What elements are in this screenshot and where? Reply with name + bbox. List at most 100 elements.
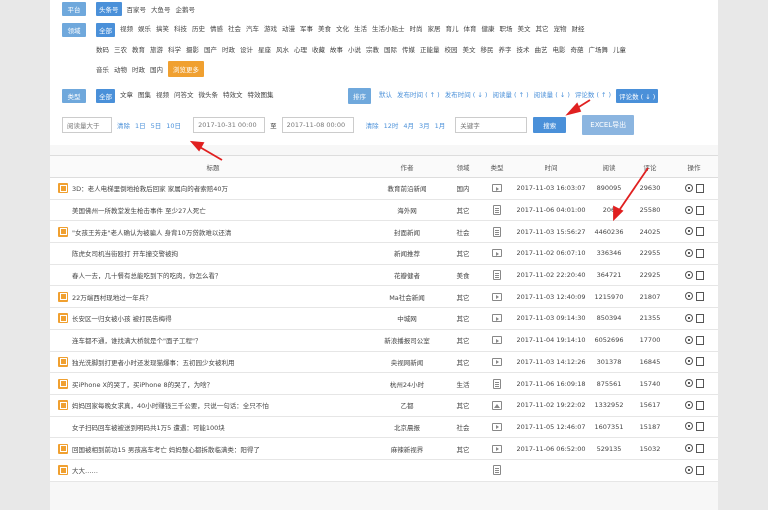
row-author[interactable]: 中城网 xyxy=(368,313,446,323)
row-title-link[interactable]: 妈妈回家每晚女求真，40小时赚钱三千公要，只说一句话：全只不怕 xyxy=(72,400,269,410)
sort-option[interactable]: 评论数 ( ↑ ) xyxy=(575,89,611,103)
header-title[interactable]: 标题 xyxy=(58,162,368,172)
domain-option[interactable]: 育儿 xyxy=(446,23,459,37)
copy-icon[interactable] xyxy=(695,400,704,410)
row-title-link[interactable]: 长安区一归女被小孩 被打民告梅得 xyxy=(72,313,172,323)
type-option[interactable]: 文章 xyxy=(120,89,133,103)
copy-icon[interactable] xyxy=(695,379,704,389)
domain-option[interactable]: 动物 xyxy=(114,64,127,74)
hour-option[interactable]: 4月 xyxy=(403,120,414,130)
domain-option[interactable]: 文化 xyxy=(336,23,349,37)
domain-option[interactable]: 三农 xyxy=(114,44,127,54)
row-title-link[interactable]: 陈虎女司机当街殴打 开车撞交警被拘 xyxy=(72,248,178,258)
domain-option[interactable]: 设计 xyxy=(240,44,253,54)
domain-option[interactable]: 搞笑 xyxy=(156,23,169,37)
copy-icon[interactable] xyxy=(695,205,704,215)
copy-icon[interactable] xyxy=(695,227,704,237)
view-icon[interactable] xyxy=(684,248,693,257)
row-title-link[interactable]: 大大…… xyxy=(72,465,98,475)
sort-option[interactable]: 默认 xyxy=(379,89,392,103)
day-option[interactable]: 1日 xyxy=(135,120,146,130)
domain-option[interactable]: 国产 xyxy=(204,44,217,54)
platform-option[interactable]: 头条号 xyxy=(96,2,122,16)
view-icon[interactable] xyxy=(684,183,693,192)
domain-option[interactable]: 曲艺 xyxy=(535,44,548,54)
domain-option[interactable]: 国内 xyxy=(150,64,163,74)
view-icon[interactable] xyxy=(684,400,693,409)
type-option[interactable]: 特效文 xyxy=(223,89,243,103)
row-author[interactable]: 央视网新闻 xyxy=(368,357,446,367)
domain-option[interactable]: 宠物 xyxy=(554,23,567,37)
domain-option[interactable]: 生活小贴士 xyxy=(372,23,405,37)
domain-option[interactable]: 游戏 xyxy=(264,23,277,37)
copy-icon[interactable] xyxy=(695,465,704,475)
sort-option[interactable]: 评论数 ( ↓ ) xyxy=(616,89,659,103)
more-domains-button[interactable]: 浏览更多 xyxy=(168,61,204,77)
row-title-link[interactable]: 美国佛州一所教堂发生枪击事件 至少27人死亡 xyxy=(72,205,206,215)
domain-option[interactable]: 正能量 xyxy=(420,44,440,54)
domain-option[interactable]: 职场 xyxy=(500,23,513,37)
sort-option[interactable]: 发布时间 ( ↑ ) xyxy=(397,89,440,103)
view-icon[interactable] xyxy=(684,357,693,366)
date-from-input[interactable]: 2017-10-31 00:00 xyxy=(193,117,266,133)
row-title-link[interactable]: 3D：老人电梯里倒地抢救后回家 家属向的者索赔40万 xyxy=(72,183,228,193)
day-option[interactable]: 10日 xyxy=(166,120,181,130)
view-icon[interactable] xyxy=(684,205,693,214)
row-author[interactable]: 麻辣新视界 xyxy=(368,444,446,454)
view-icon[interactable] xyxy=(684,379,693,388)
row-author[interactable]: 新浪播报司公室 xyxy=(368,335,446,345)
domain-option[interactable]: 财经 xyxy=(572,23,585,37)
domain-option[interactable]: 视频 xyxy=(120,23,133,37)
domain-option[interactable]: 科技 xyxy=(174,23,187,37)
domain-option[interactable]: 动漫 xyxy=(282,23,295,37)
domain-option[interactable]: 摄影 xyxy=(186,44,199,54)
sort-option[interactable]: 发布时间 ( ↓ ) xyxy=(445,89,488,103)
type-option[interactable]: 视频 xyxy=(156,89,169,103)
domain-option[interactable]: 风水 xyxy=(276,44,289,54)
row-author[interactable]: 花瓣健者 xyxy=(368,270,446,280)
day-option[interactable]: 5日 xyxy=(151,120,162,130)
copy-icon[interactable] xyxy=(695,313,704,323)
excel-export-button[interactable]: EXCEL导出 xyxy=(582,115,635,135)
domain-option[interactable]: 科学 xyxy=(168,44,181,54)
row-author[interactable]: 北京晨报 xyxy=(368,422,446,432)
domain-option[interactable]: 校园 xyxy=(445,44,458,54)
domain-option[interactable]: 时政 xyxy=(132,64,145,74)
row-author[interactable]: 海外网 xyxy=(368,205,446,215)
domain-option[interactable]: 小说 xyxy=(348,44,361,54)
domain-option[interactable]: 汽车 xyxy=(246,23,259,37)
domain-option[interactable]: 旅游 xyxy=(150,44,163,54)
domain-option[interactable]: 音乐 xyxy=(96,64,109,74)
domain-option[interactable]: 故事 xyxy=(330,44,343,54)
day-option[interactable]: 清除 xyxy=(117,120,130,130)
domain-option[interactable]: 传媒 xyxy=(402,44,415,54)
keyword-input[interactable]: 关键字 xyxy=(455,117,528,133)
copy-icon[interactable] xyxy=(695,292,704,302)
domain-option[interactable]: 美食 xyxy=(318,23,331,37)
domain-option[interactable]: 体育 xyxy=(464,23,477,37)
row-title-link[interactable]: 女子扫码回车被被送到明码共1万5 遭遇：可能100块 xyxy=(72,422,225,432)
domain-option[interactable]: 儿童 xyxy=(613,44,626,54)
domain-option[interactable]: 其它 xyxy=(536,23,549,37)
row-author[interactable]: 杭州24小时 xyxy=(368,379,446,389)
read-min-input[interactable]: 阅读量大于 xyxy=(62,117,112,133)
copy-icon[interactable] xyxy=(695,422,704,432)
row-title-link[interactable]: 22万端西村现地过一年兵？ xyxy=(72,292,152,302)
platform-option[interactable]: 企鹅号 xyxy=(176,4,196,14)
hour-option[interactable]: 1月 xyxy=(435,120,446,130)
hour-option[interactable]: 清除 xyxy=(366,120,379,130)
header-time[interactable]: 时间 xyxy=(514,162,588,172)
domain-option[interactable]: 生活 xyxy=(354,23,367,37)
domain-option[interactable]: 时政 xyxy=(222,44,235,54)
view-icon[interactable] xyxy=(684,465,693,474)
domain-option[interactable]: 健康 xyxy=(482,23,495,37)
view-icon[interactable] xyxy=(684,335,693,344)
copy-icon[interactable] xyxy=(695,183,704,193)
copy-icon[interactable] xyxy=(695,248,704,258)
row-title-link[interactable]: 连车都不通，谁找满大桥就是个"面子工程"？ xyxy=(72,335,201,345)
row-author[interactable]: Ma社会新闻 xyxy=(368,292,446,302)
row-author[interactable]: 新闻推荐 xyxy=(368,248,446,258)
copy-icon[interactable] xyxy=(695,270,704,280)
domain-option[interactable]: 宗教 xyxy=(366,44,379,54)
copy-icon[interactable] xyxy=(695,335,704,345)
